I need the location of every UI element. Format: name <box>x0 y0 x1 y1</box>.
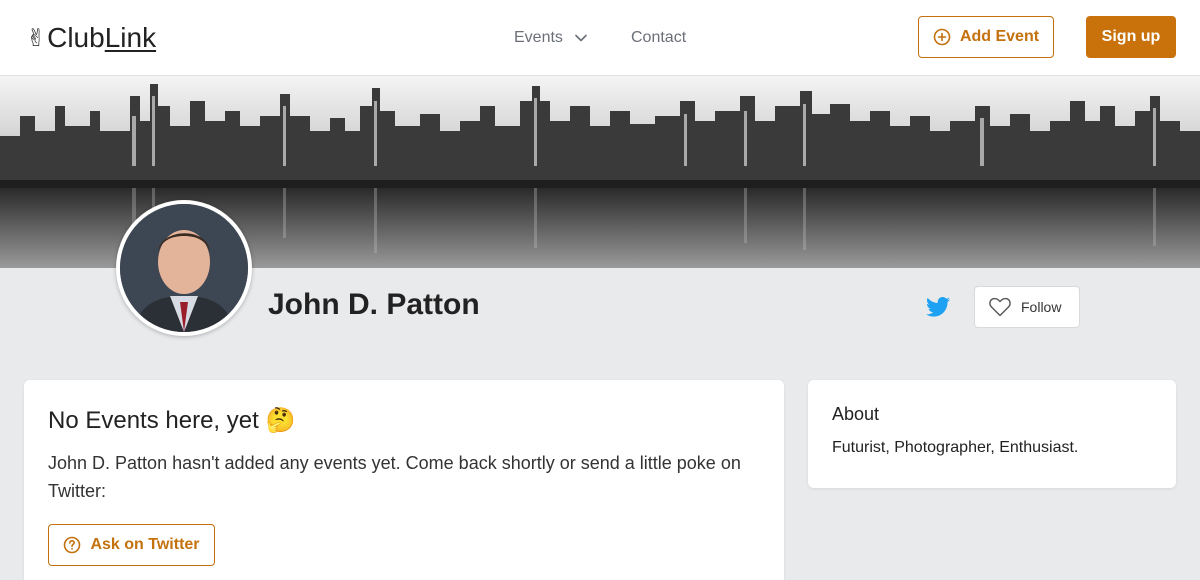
profile-photo <box>120 204 248 332</box>
ask-on-twitter-button[interactable]: Ask on Twitter <box>48 524 215 566</box>
events-card-title: No Events here, yet 🤔 <box>48 406 760 435</box>
add-event-button[interactable]: Add Event <box>918 16 1054 58</box>
events-card: No Events here, yet 🤔 John D. Patton has… <box>24 380 784 580</box>
nav-contact-label: Contact <box>631 29 687 46</box>
follow-label: Follow <box>1021 299 1062 315</box>
chevron-down-icon <box>575 34 587 42</box>
nav-contact[interactable]: Contact <box>631 0 686 76</box>
heart-icon <box>989 297 1011 317</box>
plus-circle-icon <box>933 28 951 46</box>
logo-text-club: Club <box>47 22 105 53</box>
site-header: ✌ Club Link Events Contact Add Event Sign… <box>0 0 1200 76</box>
clublink-logo[interactable]: ✌ Club Link <box>26 20 156 56</box>
victory-hand-icon: ✌ <box>26 24 47 52</box>
avatar <box>116 200 252 336</box>
logo-text-link: Link <box>104 22 157 53</box>
ask-on-twitter-label: Ask on Twitter <box>90 536 200 553</box>
about-card: About Futurist, Photographer, Enthusiast… <box>808 380 1176 488</box>
add-event-label: Add Event <box>959 28 1040 45</box>
nav-events-label: Events <box>514 29 563 46</box>
about-text: Futurist, Photographer, Enthusiast. <box>832 439 1079 456</box>
sign-up-button[interactable]: Sign up <box>1086 16 1176 58</box>
sign-up-label: Sign up <box>1101 28 1161 45</box>
question-circle-icon <box>64 536 81 554</box>
profile-name: John D. Patton <box>268 288 480 321</box>
thinking-face-icon: 🤔 <box>265 407 296 434</box>
nav-events[interactable]: Events <box>514 0 587 76</box>
follow-button[interactable]: Follow <box>974 286 1080 328</box>
twitter-icon[interactable] <box>926 296 950 318</box>
about-title: About <box>832 404 880 424</box>
events-card-message: John D. Patton hasn't added any events y… <box>48 453 741 501</box>
events-card-title-text: No Events here, yet <box>48 407 259 434</box>
